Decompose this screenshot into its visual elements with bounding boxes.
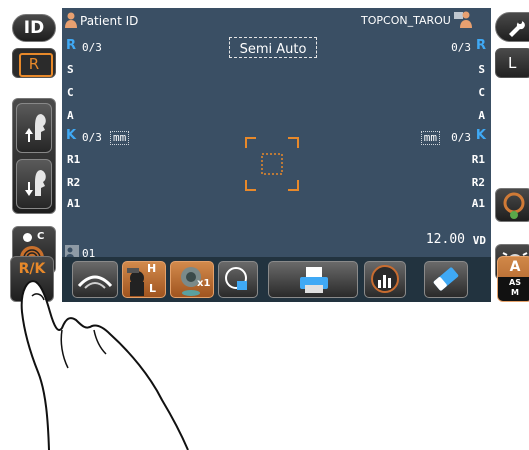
pointing-hand-illustration xyxy=(20,280,189,450)
